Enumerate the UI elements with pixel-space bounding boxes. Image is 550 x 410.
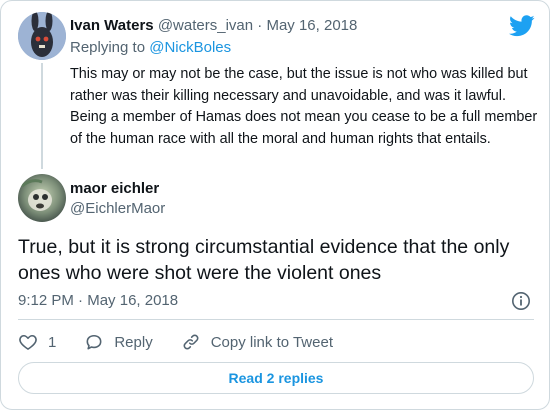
reply-tweet-header: Ivan Waters @waters_ivan · May 16, 2018: [70, 16, 357, 36]
reply-header-separator: ·: [257, 17, 263, 34]
embedded-tweet-card: Ivan Waters @waters_ivan · May 16, 2018 …: [0, 0, 550, 410]
maor-eichler-avatar[interactable]: [18, 174, 66, 222]
main-author-name[interactable]: maor eichler: [70, 179, 159, 199]
reply-label: Reply: [114, 333, 153, 351]
main-tweet-text: True, but it is strong circumstantial ev…: [18, 236, 510, 284]
like-count: 1: [48, 333, 57, 351]
copy-link-button[interactable]: Copy link to Tweet: [181, 332, 333, 352]
reply-author-name[interactable]: Ivan Waters: [70, 17, 154, 34]
info-icon[interactable]: [511, 291, 531, 311]
heart-icon: [19, 334, 37, 350]
reply-author-handle[interactable]: @waters_ivan: [158, 17, 253, 34]
thread-connector-line: [41, 63, 43, 169]
tweet-time[interactable]: 9:12 PM: [18, 292, 74, 309]
read-replies-button[interactable]: Read 2 replies: [18, 362, 534, 394]
ivan-waters-avatar[interactable]: [18, 12, 66, 60]
timestamp-separator: ·: [78, 292, 84, 309]
like-button[interactable]: 1: [18, 332, 56, 352]
tweet-action-bar: 1 Reply Copy link to Tweet: [18, 331, 361, 353]
copy-link-label: Copy link to Tweet: [210, 333, 333, 351]
read-replies-label: Read 2 replies: [228, 370, 324, 386]
speech-bubble-icon: [86, 334, 102, 350]
main-author-handle[interactable]: @EichlerMaor: [70, 199, 165, 219]
replying-to-label: Replying to: [70, 39, 146, 56]
replying-to-handle[interactable]: @NickBoles: [149, 39, 231, 56]
reply-tweet-text: This may or may not be the case, but the…: [70, 66, 538, 147]
action-bar-divider: [18, 319, 534, 320]
replying-to-line: Replying to @NickBoles: [70, 38, 231, 58]
link-icon: [183, 334, 199, 350]
tweet-timestamp[interactable]: 9:12 PM · May 16, 2018: [18, 291, 178, 311]
twitter-bird-icon[interactable]: [509, 15, 535, 37]
reply-tweet-date[interactable]: May 16, 2018: [266, 17, 357, 34]
tweet-date[interactable]: May 16, 2018: [87, 292, 178, 309]
reply-button[interactable]: Reply: [84, 332, 153, 352]
